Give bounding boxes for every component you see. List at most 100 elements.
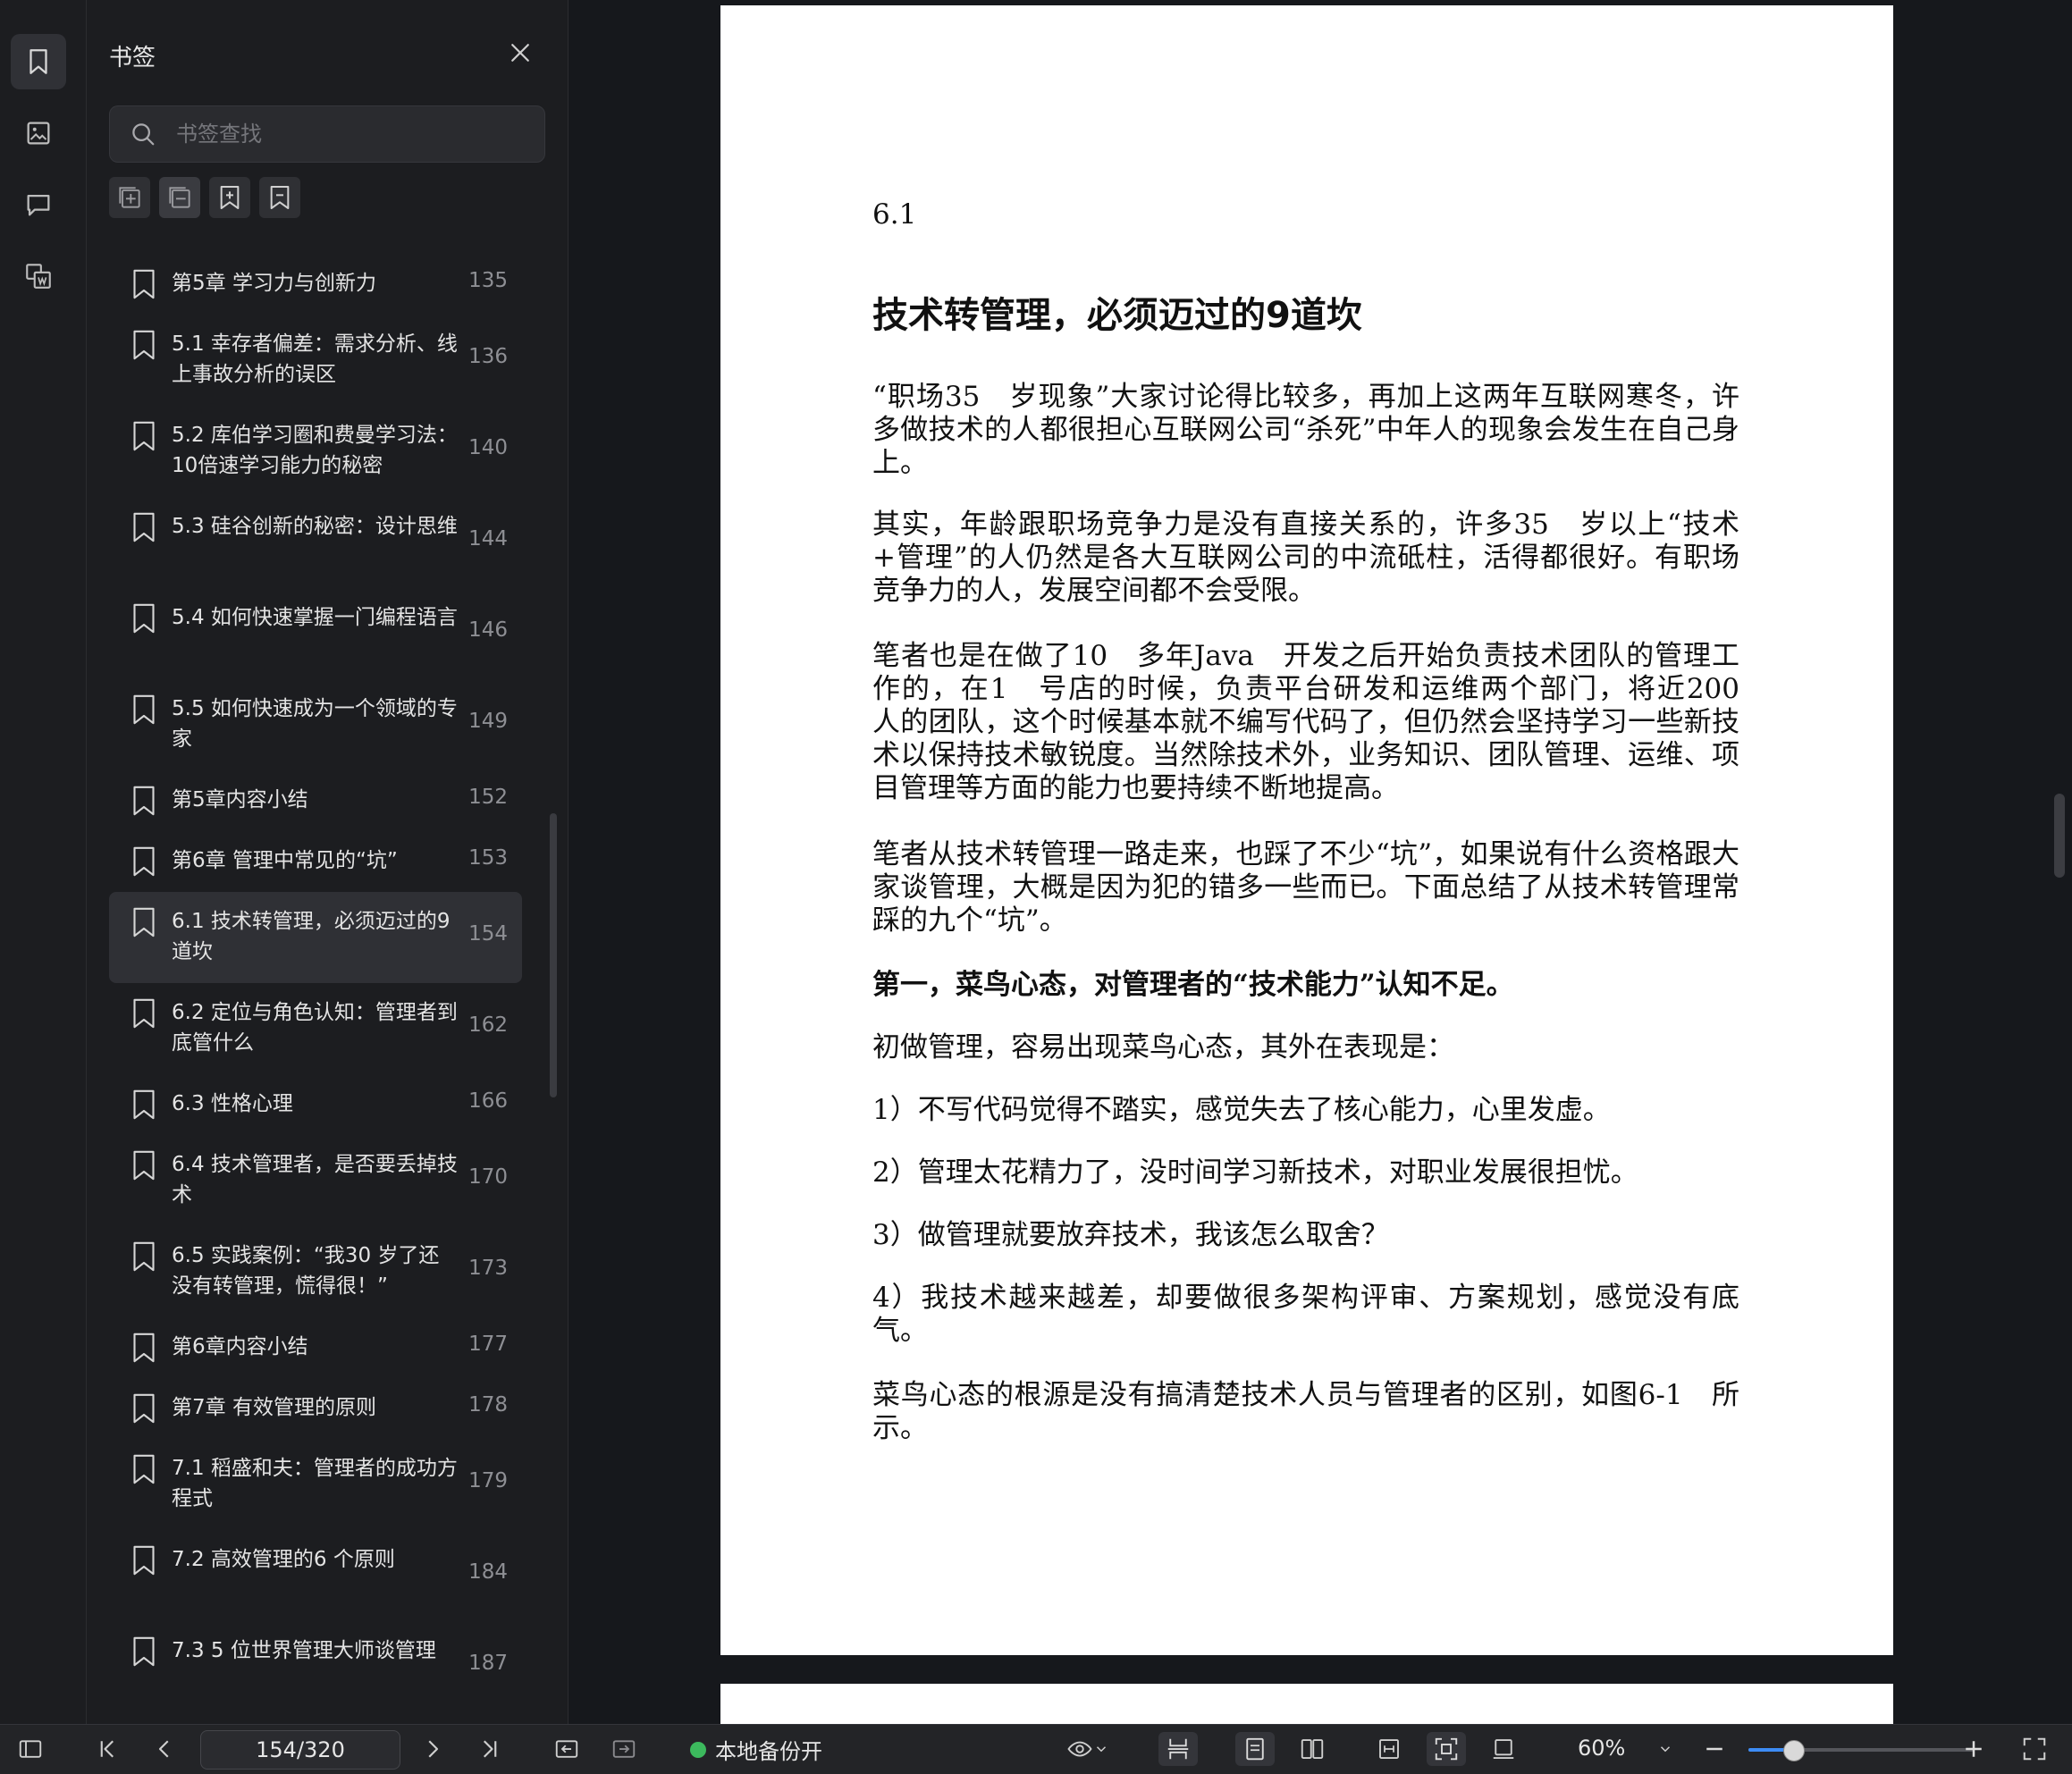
bookmark-item[interactable]: 6.4 技术管理者，是否要丢掉技术 170: [109, 1135, 522, 1226]
bookmark-icon: [133, 1089, 155, 1120]
bookmark-item[interactable]: 5.3 硅谷创新的秘密：设计思维 144: [109, 497, 522, 588]
bookmark-page-number: 136: [468, 345, 508, 368]
bookmark-item[interactable]: 5.5 如何快速成为一个领域的专家 149: [109, 679, 522, 770]
next-document-page: [720, 1684, 1893, 1724]
previous-page-button[interactable]: [147, 1732, 182, 1766]
actual-size-icon: [1493, 1739, 1514, 1759]
bookmark-label: 5.4 如何快速掌握一门编程语言: [172, 606, 458, 629]
fit-width-button[interactable]: [1369, 1732, 1409, 1766]
bookmark-item[interactable]: 6.1 技术转管理，必须迈过的9道坎 154: [109, 892, 522, 983]
bookmark-item[interactable]: 第7章 有效管理的原则 178: [109, 1378, 522, 1439]
bookmark-item[interactable]: 6.2 定位与角色认知：管理者到底管什么 162: [109, 983, 522, 1074]
bookmark-label: 7.1 稻盛和夫：管理者的成功方程式: [172, 1457, 458, 1510]
page-number-input[interactable]: [200, 1730, 400, 1770]
two-page-button[interactable]: [1293, 1732, 1332, 1766]
bookmark-icon: [133, 1636, 155, 1667]
document-paragraph: 笔者也是在做了10 多年Java 开发之后开始负责技术团队的管理工作的，在1 号…: [872, 640, 1767, 804]
actual-size-button[interactable]: [1484, 1732, 1523, 1766]
bookmark-label: 6.3 性格心理: [172, 1092, 293, 1115]
continuous-scroll-icon: [1167, 1738, 1189, 1760]
bookmark-search-box[interactable]: [109, 105, 545, 163]
document-page: 6.1 技术转管理，必须迈过的9道坎 “职场35 岁现象”大家讨论得比较多，再加…: [720, 5, 1893, 1655]
bookmark-icon: [29, 49, 47, 74]
zoom-slider[interactable]: [1748, 1740, 1974, 1761]
comment-panel-button[interactable]: [11, 177, 66, 232]
bookmark-page-number: 152: [468, 786, 508, 809]
section-number: 6.1: [872, 198, 917, 231]
bookmark-row-partial: [87, 234, 568, 254]
bookmark-label: 5.2 库伯学习圈和费曼学习法：10倍速学习能力的秘密: [172, 424, 458, 477]
document-scrollbar[interactable]: [2054, 794, 2065, 878]
bookmark-item[interactable]: 6.3 性格心理 166: [109, 1074, 522, 1135]
eye-icon: [1067, 1741, 1092, 1757]
fit-page-icon: [1435, 1737, 1458, 1761]
bookmark-label: 6.1 技术转管理，必须迈过的9道坎: [172, 910, 451, 963]
bookmark-item[interactable]: 第5章 学习力与创新力 135: [109, 254, 522, 315]
bookmark-item[interactable]: 5.2 库伯学习圈和费曼学习法：10倍速学习能力的秘密 140: [109, 406, 522, 497]
minus-icon: [1706, 1747, 1722, 1751]
bookmark-item[interactable]: 7.3 5 位世界管理大师谈管理 187: [109, 1621, 522, 1712]
local-backup-toggle[interactable]: 本地备份开: [690, 1734, 822, 1765]
bookmark-item[interactable]: 5.4 如何快速掌握一门编程语言 146: [109, 588, 522, 679]
bookmark-page-number: 178: [468, 1393, 508, 1417]
continuous-scroll-button[interactable]: [1158, 1732, 1198, 1766]
zoom-out-button[interactable]: [1697, 1732, 1732, 1766]
view-mode-dropdown[interactable]: [1058, 1732, 1117, 1766]
remove-bookmark-icon: [270, 186, 290, 209]
bookmark-item[interactable]: 7.4 实践案例：阿里巴巴的管理“三板斧”剖析191: [109, 1712, 522, 1724]
fullscreen-button[interactable]: [2017, 1732, 2052, 1766]
bookmark-toolbar: [109, 177, 300, 218]
close-icon: [511, 44, 529, 62]
bookmark-label: 5.3 硅谷创新的秘密：设计思维: [172, 515, 458, 538]
bookmark-label: 第6章内容小结: [172, 1335, 308, 1358]
add-bookmark-button[interactable]: [209, 177, 250, 218]
bookmark-label: 6.2 定位与角色认知：管理者到底管什么: [172, 1001, 458, 1055]
bookmark-search-input[interactable]: [174, 115, 518, 153]
zoom-level[interactable]: 60%: [1578, 1736, 1625, 1761]
bookmark-page-number: 162: [468, 1013, 508, 1037]
bookmark-item[interactable]: 第6章 管理中常见的“坑” 153: [109, 831, 522, 892]
single-page-button[interactable]: [1235, 1732, 1275, 1766]
document-paragraph: 1）不写代码觉得不踏实，感觉失去了核心能力，心里发虚。: [872, 1094, 1611, 1126]
bookmark-icon: [133, 269, 155, 299]
history-forward-button[interactable]: [606, 1732, 642, 1766]
next-page-button[interactable]: [415, 1732, 451, 1766]
bookmark-label: 6.4 技术管理者，是否要丢掉技术: [172, 1153, 458, 1206]
history-back-button[interactable]: [549, 1732, 585, 1766]
search-icon: [132, 123, 155, 146]
bookmark-label: 7.3 5 位世界管理大师谈管理: [172, 1639, 436, 1662]
fit-page-button[interactable]: [1427, 1732, 1466, 1766]
bookmark-panel-button[interactable]: [11, 34, 66, 89]
bookmark-item[interactable]: 第6章内容小结 177: [109, 1317, 522, 1378]
collapse-all-button[interactable]: [159, 177, 200, 218]
bookmark-item[interactable]: 第5章内容小结 152: [109, 770, 522, 831]
bookmark-page-number: 135: [468, 269, 508, 292]
bookmark-item[interactable]: 5.1 幸存者偏差：需求分析、线上事故分析的误区 136: [109, 315, 522, 406]
bookmark-icon: [133, 1333, 155, 1363]
bookmark-page-number: 166: [468, 1089, 508, 1113]
first-page-button[interactable]: [89, 1732, 125, 1766]
last-page-button[interactable]: [472, 1732, 508, 1766]
bookmark-icon: [133, 1545, 155, 1576]
close-panel-button[interactable]: [505, 38, 535, 68]
document-paragraph: 笔者从技术转管理一路走来，也踩了不少“坑”，如果说有什么资格跟大家谈管理，大概是…: [872, 838, 1739, 937]
bookmark-item[interactable]: 6.5 实践案例：“我30 岁了还没有转管理，慌得很！” 173: [109, 1226, 522, 1317]
status-bar: 本地备份开 60%: [0, 1724, 2072, 1774]
bookmark-item[interactable]: 7.1 稻盛和夫：管理者的成功方程式 179: [109, 1439, 522, 1530]
bookmark-list-scrollbar[interactable]: [550, 813, 557, 1097]
document-paragraph: “职场35 岁现象”大家讨论得比较多，再加上这两年互联网寒冬，许多做技术的人都很…: [872, 381, 1739, 479]
expand-all-button[interactable]: [109, 177, 150, 218]
toggle-sidebar-button[interactable]: [13, 1732, 48, 1766]
remove-bookmark-button[interactable]: [259, 177, 300, 218]
backup-status-dot: [690, 1741, 706, 1758]
document-paragraph: 其实，年龄跟职场竞争力是没有直接关系的，许多35 岁以上“技术+管理”的人仍然是…: [872, 509, 1739, 607]
bookmark-item[interactable]: 7.2 高效管理的6 个原则 184: [109, 1530, 522, 1621]
zoom-slider-thumb[interactable]: [1783, 1740, 1806, 1761]
thumbnail-panel-button[interactable]: [11, 105, 66, 161]
zoom-in-button[interactable]: [1956, 1732, 1992, 1766]
zoom-dropdown[interactable]: [1652, 1732, 1679, 1766]
forward-arrow-icon: [612, 1740, 636, 1758]
translate-panel-button[interactable]: [11, 248, 66, 304]
bookmark-icon: [133, 907, 155, 937]
bookmark-page-number: 184: [468, 1560, 508, 1584]
